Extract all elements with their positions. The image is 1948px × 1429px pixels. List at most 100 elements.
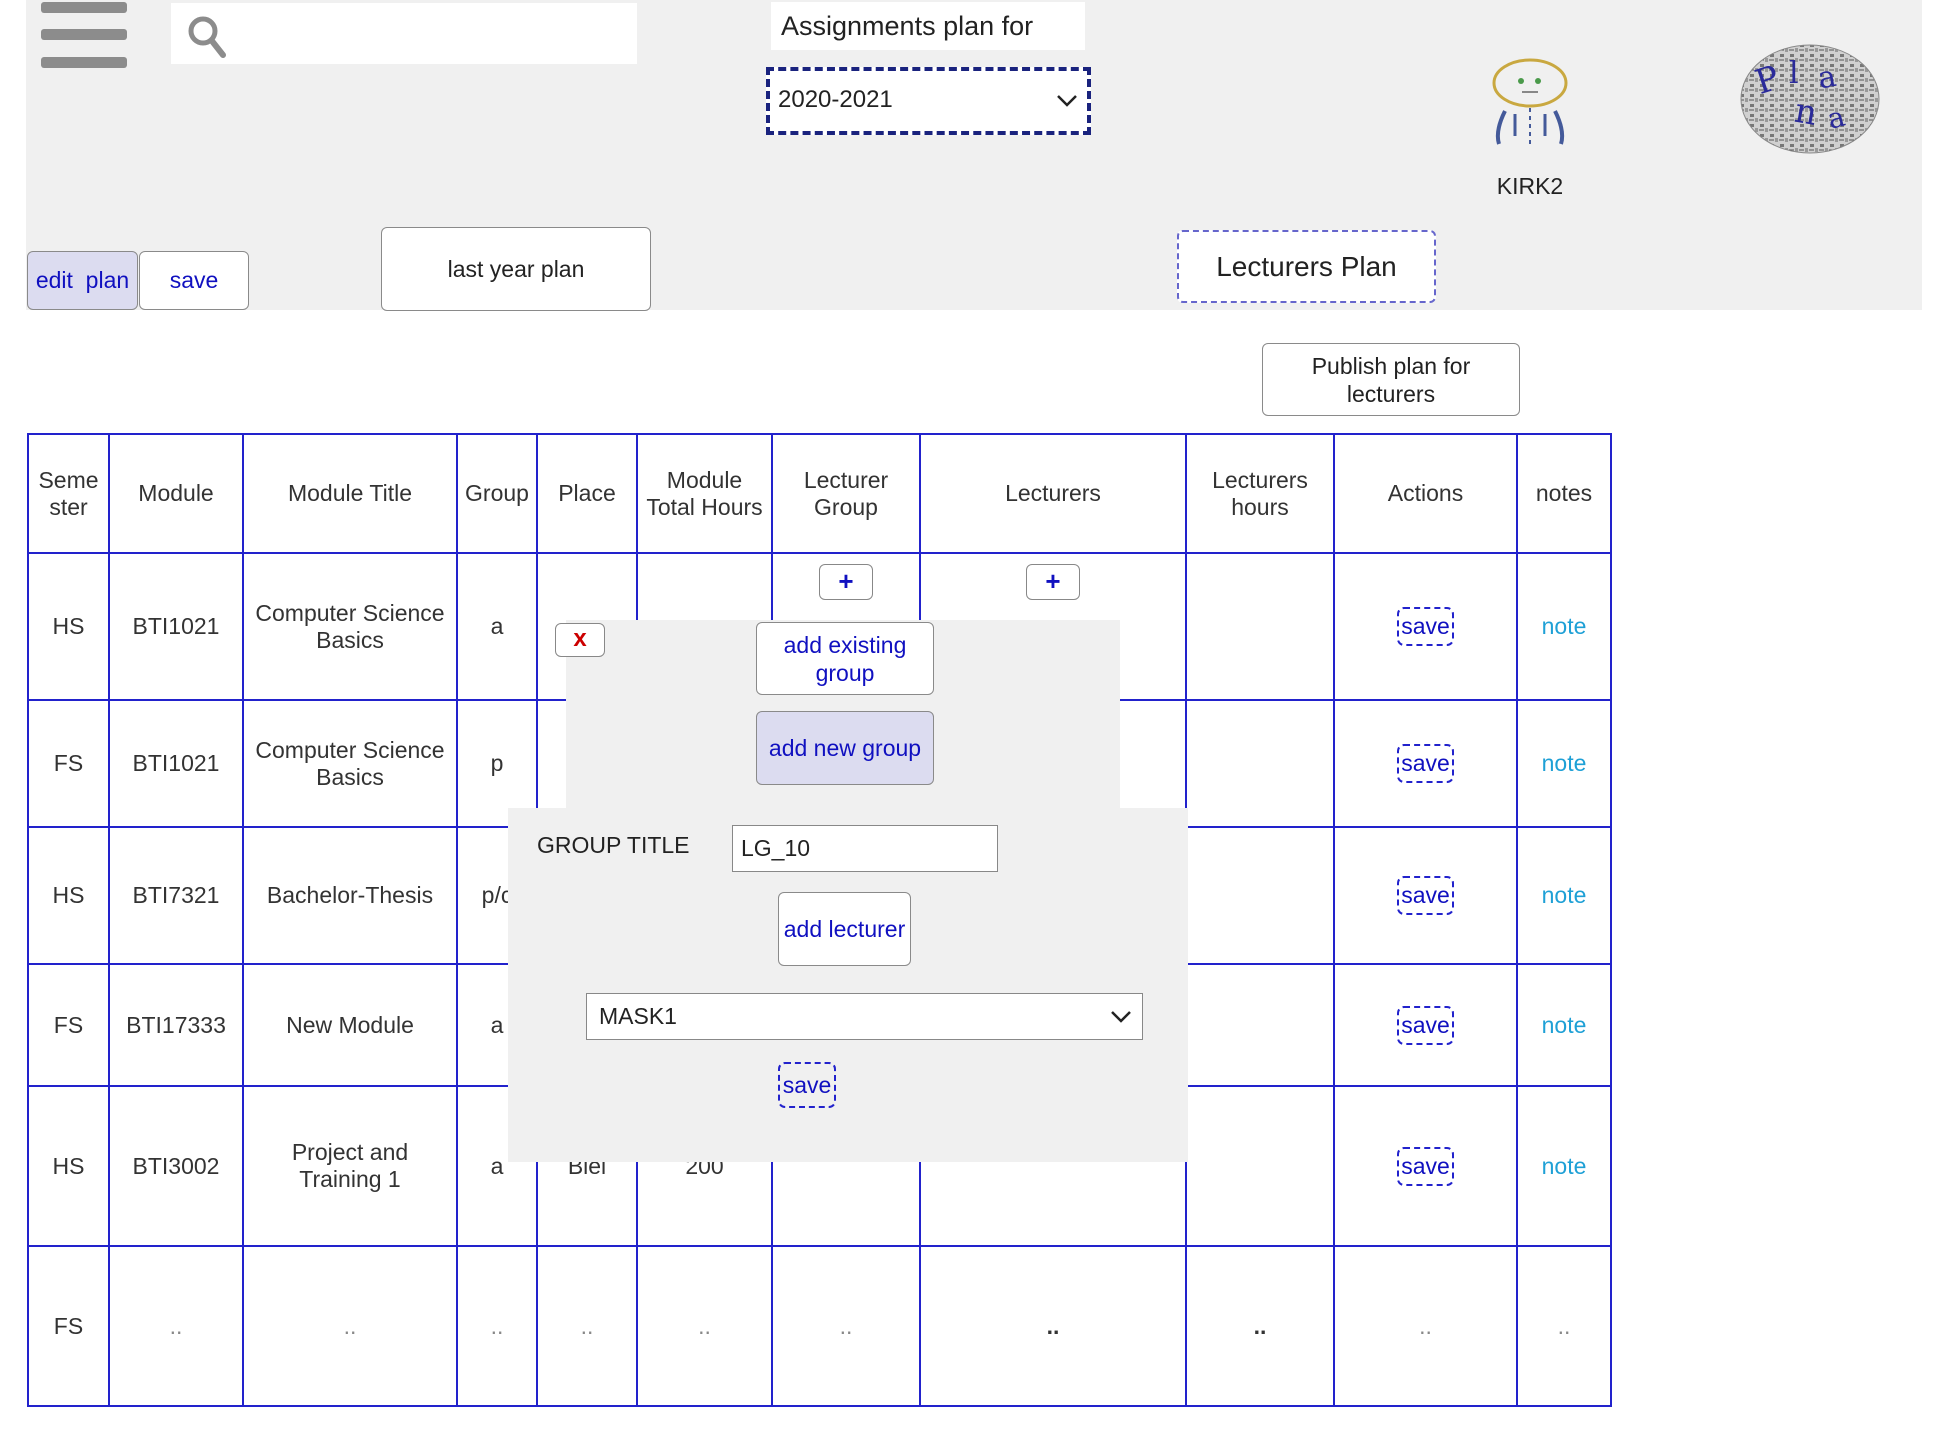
cell-semester: HS [27, 826, 110, 965]
username: KIRK2 [1496, 173, 1564, 199]
cell-placeholder: .. [919, 1245, 1187, 1407]
close-popup-button[interactable]: x [555, 623, 605, 657]
cell-semester: FS [27, 699, 110, 828]
plus-icon: + [1045, 566, 1061, 596]
cell-placeholder: .. [1516, 1245, 1612, 1407]
cell-placeholder: .. [771, 1245, 921, 1407]
menu-icon[interactable] [41, 2, 127, 68]
group-title-label: GROUP TITLE [537, 832, 690, 858]
note-link[interactable]: note [1542, 1153, 1587, 1179]
avatar-icon[interactable] [1485, 56, 1575, 151]
search-icon [188, 16, 226, 58]
add-lecturer-label: add lecturer [783, 916, 906, 942]
table-header-row: Seme ster Module Module Title Group Plac… [27, 433, 1612, 554]
cell-module: BTI17333 [108, 963, 244, 1087]
cell-notes: note [1516, 826, 1612, 965]
edit-plan-button[interactable]: edit plan [27, 251, 138, 310]
add-new-group-button[interactable]: add new group [756, 711, 934, 785]
col-header-actions: Actions [1333, 433, 1518, 554]
cell-semester: HS [27, 552, 110, 701]
col-header-lecturers: Lecturers [919, 433, 1187, 554]
lecturer-select[interactable]: MASK1 [586, 993, 1143, 1040]
cell-semester: HS [27, 1085, 110, 1247]
add-lecturer-group-button[interactable]: + [819, 564, 873, 600]
chevron-down-icon [1057, 95, 1077, 107]
plus-icon: + [838, 566, 854, 596]
chevron-down-icon [1111, 1011, 1131, 1023]
col-header-semester: Seme ster [27, 433, 110, 554]
publish-plan-button[interactable]: Publish plan for lecturers [1262, 343, 1520, 416]
cell-module: BTI1021 [108, 552, 244, 701]
search-input[interactable] [171, 3, 637, 64]
note-link[interactable]: note [1542, 613, 1587, 639]
cell-notes: note [1516, 1085, 1612, 1247]
col-header-lecturer-group: Lecturer Group [771, 433, 921, 554]
cell-module-title: Bachelor-Thesis [242, 826, 458, 965]
row-save-button[interactable]: save [1397, 876, 1454, 915]
cell-semester: FS [27, 1245, 110, 1407]
last-year-plan-label: last year plan [447, 255, 585, 282]
col-header-module-title: Module Title [242, 433, 458, 554]
group-title-input[interactable]: LG_10 [732, 825, 998, 872]
cell-placeholder: .. [1333, 1245, 1518, 1407]
cell-module-title: Computer Science Basics [242, 552, 458, 701]
add-lecturers-button[interactable]: + [1026, 564, 1080, 600]
publish-plan-label: Publish plan for lecturers [1311, 352, 1471, 407]
cell-module: BTI7321 [108, 826, 244, 965]
cell-module-title: Computer Science Basics [242, 699, 458, 828]
cell-actions: save [1333, 552, 1518, 701]
add-existing-group-button[interactable]: add existing group [756, 622, 934, 695]
year-select[interactable]: 2020-2021 [766, 67, 1091, 135]
col-header-total-hours: Module Total Hours [636, 433, 773, 554]
svg-text:l: l [1789, 56, 1799, 91]
note-link[interactable]: note [1542, 882, 1587, 908]
cell-module: BTI3002 [108, 1085, 244, 1247]
lecturer-select-value: MASK1 [599, 1003, 677, 1029]
cell-actions: save [1333, 826, 1518, 965]
col-header-group: Group [456, 433, 538, 554]
note-link[interactable]: note [1542, 750, 1587, 776]
cell-notes: note [1516, 552, 1612, 701]
cell-placeholder: .. [1185, 1245, 1335, 1407]
cell-module-title: Project and Training 1 [242, 1085, 458, 1247]
popup-save-button[interactable]: save [778, 1062, 836, 1108]
cell-placeholder: .. [636, 1245, 773, 1407]
edit-plan-label: edit plan [35, 267, 130, 293]
cell-semester: FS [27, 963, 110, 1087]
assignments-title: Assignments plan for [771, 2, 1085, 50]
cell-actions: save [1333, 699, 1518, 828]
cell-notes: note [1516, 699, 1612, 828]
group-title-value: LG_10 [741, 835, 811, 861]
row-save-button[interactable]: save [1397, 1005, 1454, 1045]
cell-lecturers-hours [1185, 552, 1335, 701]
col-header-module: Module [108, 433, 244, 554]
row-save-button[interactable]: save [1397, 744, 1454, 783]
cell-module: BTI1021 [108, 699, 244, 828]
cell-lecturers-hours [1185, 1085, 1335, 1247]
save-plan-button[interactable]: save [139, 251, 249, 310]
logo-icon: P l a n a [1740, 44, 1880, 154]
cell-module-title: New Module [242, 963, 458, 1087]
add-existing-group-label: add existing group [783, 631, 907, 686]
cell-group: a [456, 552, 538, 701]
save-plan-label: save [169, 267, 219, 293]
cell-lecturers-hours [1185, 826, 1335, 965]
table-row: FS .. .. .. .. .. .. .. .. .. .. [27, 1245, 1612, 1407]
popup-save-label: save [782, 1072, 832, 1098]
cell-placeholder: .. [242, 1245, 458, 1407]
cell-lecturers-hours [1185, 699, 1335, 828]
year-select-value: 2020-2021 [778, 86, 893, 113]
add-new-group-label: add new group [768, 734, 922, 761]
cell-actions: save [1333, 963, 1518, 1087]
note-link[interactable]: note [1542, 1012, 1587, 1038]
lecturers-plan-label: Lecturers Plan [1216, 250, 1397, 282]
row-save-button[interactable]: save [1397, 607, 1454, 646]
cell-lecturers-hours [1185, 963, 1335, 1087]
cell-placeholder: .. [536, 1245, 638, 1407]
last-year-plan-button[interactable]: last year plan [381, 227, 651, 311]
lecturers-plan-button[interactable]: Lecturers Plan [1177, 230, 1436, 303]
add-lecturer-button[interactable]: add lecturer [778, 892, 911, 966]
cell-placeholder: .. [456, 1245, 538, 1407]
close-icon: x [573, 625, 587, 652]
row-save-button[interactable]: save [1397, 1146, 1454, 1186]
